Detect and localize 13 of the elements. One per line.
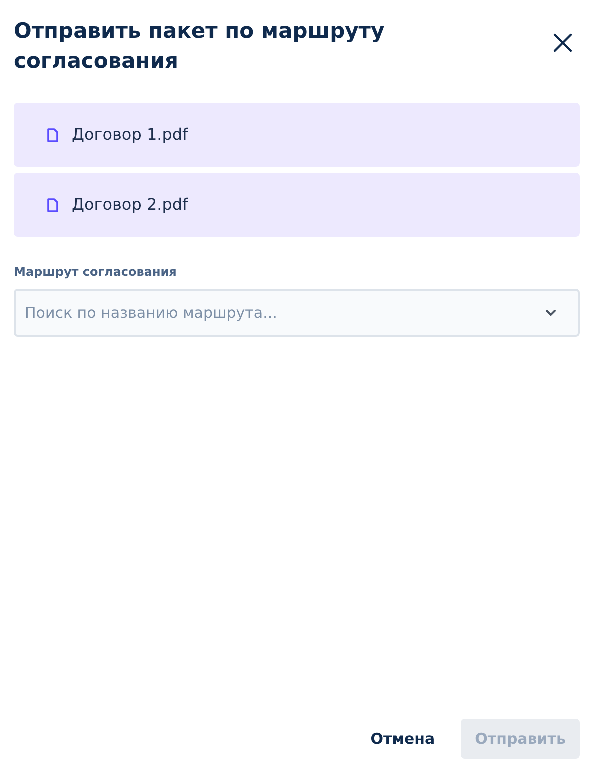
field-label: Маршрут согласования bbox=[14, 264, 178, 281]
chevron-down-icon bbox=[545, 309, 557, 317]
file-item[interactable]: Договор 2.pdf bbox=[14, 173, 580, 237]
cancel-button[interactable]: Отмена bbox=[356, 719, 450, 759]
file-icon bbox=[47, 128, 59, 142]
dialog-title: Отправить пакет по маршруту согласования bbox=[14, 18, 386, 75]
file-name: Договор 1.pdf bbox=[72, 124, 188, 146]
file-item[interactable]: Договор 1.pdf bbox=[14, 103, 580, 167]
file-name: Договор 2.pdf bbox=[72, 194, 188, 216]
route-select[interactable]: Поиск по названию маршрута... bbox=[14, 289, 580, 337]
file-icon bbox=[47, 198, 59, 212]
close-icon bbox=[552, 32, 574, 54]
close-button[interactable] bbox=[552, 32, 574, 54]
